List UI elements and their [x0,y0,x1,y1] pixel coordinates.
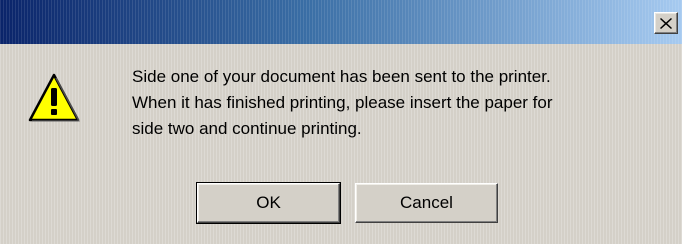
close-icon [660,17,672,29]
ok-button[interactable]: OK [196,182,341,224]
cancel-button[interactable]: Cancel [355,183,498,223]
message-line-2: When it has finished printing, please in… [132,93,553,112]
print-dialog: Side one of your document has been sent … [0,0,682,244]
message-line-3: side two and continue printing. [132,119,362,138]
title-bar[interactable] [0,0,682,44]
message-line-1: Side one of your document has been sent … [132,67,551,86]
close-button[interactable] [654,12,678,34]
warning-icon [28,73,80,122]
dialog-message: Side one of your document has been sent … [132,64,672,142]
